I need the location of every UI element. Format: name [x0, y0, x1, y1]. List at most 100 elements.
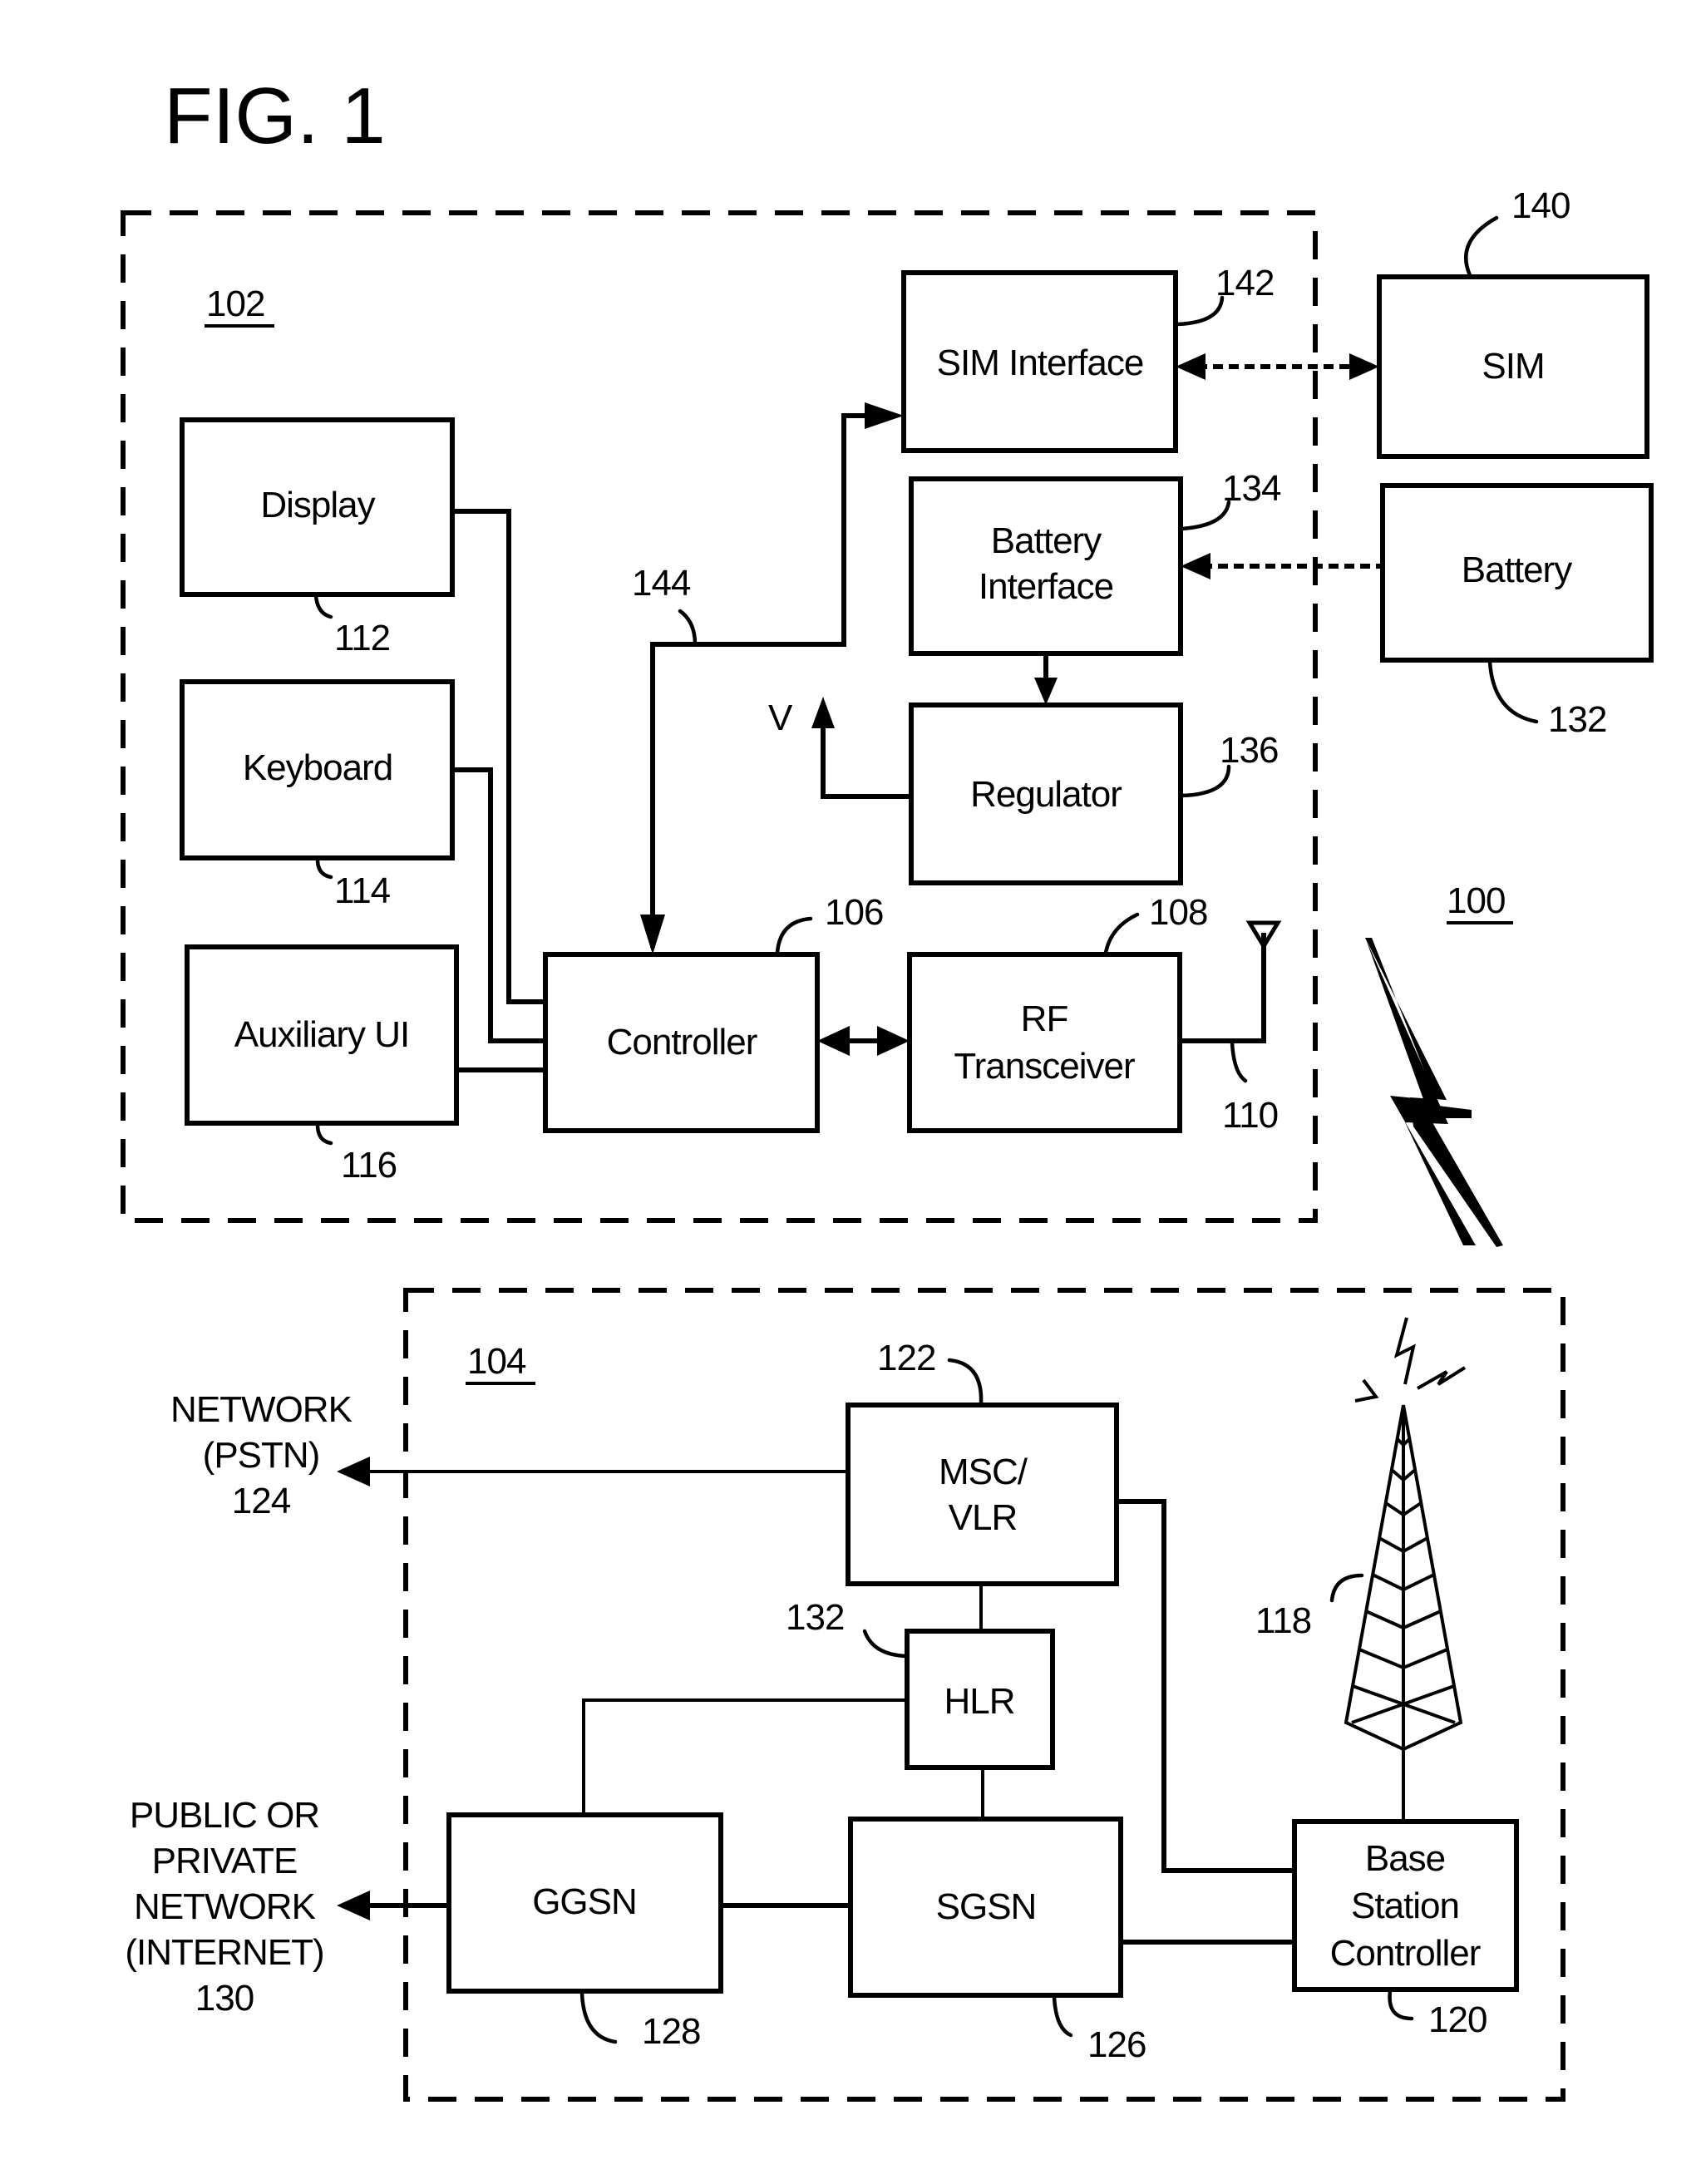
wireless-link-lightning-icon — [1366, 939, 1476, 1245]
rf-transceiver-block[interactable]: RF Transceiver — [907, 952, 1182, 1133]
regulator-leader — [1180, 764, 1231, 798]
bus-arrow-down-icon — [640, 915, 665, 954]
rf-transceiver-ref: 108 — [1149, 892, 1207, 933]
hlr-leader — [862, 1629, 908, 1659]
controller-label: Controller — [607, 1022, 757, 1062]
regulator-ref: 136 — [1220, 730, 1278, 771]
pstn-ref: 124 — [232, 1481, 291, 1521]
ggsn-leader — [579, 1990, 618, 2044]
controller-rf-arrow-right-icon — [877, 1026, 910, 1056]
base-station-tower-icon — [1344, 1317, 1467, 1822]
controller-ref: 106 — [825, 892, 883, 933]
ggsn-ref: 128 — [642, 2011, 700, 2052]
internet-arrow-icon — [337, 1891, 370, 1920]
bus-144-wire — [650, 413, 894, 948]
rf-transceiver-leader — [1103, 912, 1140, 955]
system-ref: 100 — [1447, 880, 1505, 921]
battery-block[interactable]: Battery — [1380, 483, 1654, 663]
internet-label-line1: PUBLIC OR — [130, 1795, 319, 1836]
battery-interface-label-line2: Interface — [979, 566, 1113, 607]
sim-interface-ref: 142 — [1215, 263, 1274, 303]
display-to-controller-wire — [452, 509, 545, 1004]
battery-interface-ref: 134 — [1222, 468, 1281, 509]
sgsn-leader — [1052, 1994, 1073, 2038]
display-block[interactable]: Display — [180, 417, 455, 597]
mobile-device-ref: 102 — [206, 283, 264, 324]
sgsn-block[interactable]: SGSN — [848, 1817, 1123, 1998]
bsc-ref: 120 — [1428, 1999, 1487, 2040]
voltage-label: V — [768, 698, 793, 738]
msc-vlr-label-line1: MSC/ — [939, 1452, 1028, 1492]
bsc-label-line3: Controller — [1330, 1933, 1481, 1974]
pstn-arrow-icon — [337, 1457, 370, 1486]
battery-label: Battery — [1462, 550, 1572, 590]
internet-label-line3: NETWORK — [134, 1886, 316, 1927]
antenna-leader — [1230, 1040, 1248, 1083]
internet-label-line4: (INTERNET) — [125, 1932, 323, 1973]
msc-vlr-label-line2: VLR — [949, 1497, 1018, 1538]
keyboard-block[interactable]: Keyboard — [180, 679, 455, 860]
sim-leader — [1464, 215, 1499, 278]
battery-link-arrow-left-icon — [1181, 553, 1210, 579]
rf-transceiver-label-line2: Transceiver — [954, 1046, 1135, 1087]
keyboard-ref: 114 — [334, 870, 391, 911]
battery-leader — [1487, 659, 1539, 724]
sim-label: SIM — [1482, 346, 1544, 387]
battery-interface-label-line1: Battery — [991, 520, 1102, 561]
regulator-output-wire — [821, 723, 911, 799]
msc-vlr-block[interactable]: MSC/ VLR — [846, 1403, 1119, 1586]
hlr-ref: 132 — [786, 1597, 844, 1638]
msc-to-bsc-wire — [1117, 1499, 1294, 1873]
bus-ref: 144 — [632, 563, 691, 604]
rf-transceiver-label-line1: RF — [1021, 998, 1068, 1039]
battery-ref: 132 — [1548, 699, 1606, 740]
auxiliary-ui-block[interactable]: Auxiliary UI — [185, 944, 459, 1126]
block-diagram: FIG. 1 102 Display 112 Keyboard 114 Auxi… — [121, 71, 1654, 2102]
controller-rf-arrow-left-icon — [817, 1026, 850, 1056]
network-ref: 104 — [467, 1341, 526, 1382]
ggsn-label: GGSN — [532, 1881, 637, 1922]
battery-interface-block[interactable]: Battery Interface — [909, 476, 1183, 656]
display-leader — [313, 594, 333, 619]
controller-block[interactable]: Controller — [543, 952, 820, 1133]
keyboard-label: Keyboard — [243, 747, 392, 788]
sim-block[interactable]: SIM — [1377, 274, 1649, 459]
msc-vlr-ref: 122 — [877, 1338, 935, 1378]
sim-interface-block[interactable]: SIM Interface — [901, 270, 1178, 453]
pstn-label-line1: NETWORK — [170, 1389, 353, 1430]
antenna-ref: 110 — [1222, 1095, 1278, 1136]
hlr-block[interactable]: HLR — [905, 1629, 1055, 1770]
figure-title: FIG. 1 — [164, 71, 386, 160]
tower-ref: 118 — [1255, 1600, 1311, 1641]
bsc-leader — [1388, 1989, 1414, 2021]
bsc-label-line1: Base — [1365, 1838, 1445, 1879]
sim-link-arrow-right-icon — [1349, 353, 1379, 380]
bsc-label-line2: Station — [1351, 1886, 1459, 1926]
base-station-controller-block[interactable]: Base Station Controller — [1292, 1819, 1519, 1992]
sim-link-arrow-left-icon — [1176, 353, 1206, 380]
voltage-arrow-up-icon — [811, 697, 835, 728]
controller-leader — [775, 916, 813, 955]
auxiliary-ui-label: Auxiliary UI — [234, 1014, 410, 1055]
display-label: Display — [260, 485, 375, 525]
display-ref: 112 — [334, 618, 390, 658]
keyboard-leader — [315, 857, 333, 880]
tower-leader — [1329, 1573, 1364, 1603]
sim-ref: 140 — [1511, 185, 1570, 226]
pstn-label-line2: (PSTN) — [203, 1435, 320, 1476]
batif-to-regulator-arrow-icon — [1034, 678, 1058, 705]
bus-arrow-right-icon — [865, 402, 904, 429]
hlr-label: HLR — [944, 1681, 1014, 1722]
antenna-feed-wire — [1180, 933, 1266, 1043]
regulator-label: Regulator — [970, 774, 1122, 815]
internet-ref: 130 — [195, 1978, 254, 2019]
ggsn-block[interactable]: GGSN — [446, 1812, 723, 1994]
sgsn-ref: 126 — [1087, 2024, 1146, 2065]
internet-label-line2: PRIVATE — [152, 1841, 298, 1881]
sgsn-label: SGSN — [936, 1886, 1037, 1927]
hlr-to-ggsn-wire — [582, 1698, 907, 1815]
regulator-block[interactable]: Regulator — [909, 703, 1183, 885]
sim-interface-label: SIM Interface — [937, 343, 1144, 383]
bus-leader — [678, 609, 698, 647]
auxiliary-ui-leader — [315, 1122, 333, 1146]
